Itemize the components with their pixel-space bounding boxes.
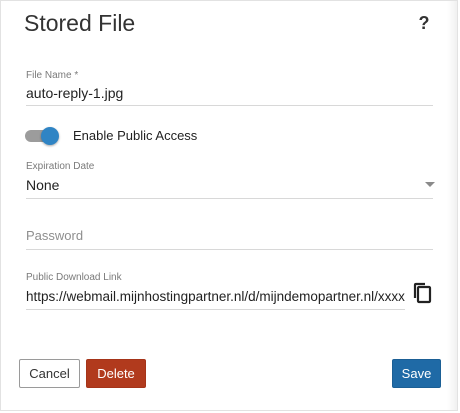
copy-icon[interactable]	[412, 282, 432, 304]
file-name-label: File Name *	[26, 70, 79, 81]
expiration-date-label: Expiration Date	[26, 161, 95, 172]
expiration-date-field: Expiration Date None	[26, 161, 435, 199]
download-link-label: Public Download Link	[26, 272, 122, 283]
expiration-date-select[interactable]: None	[26, 176, 435, 199]
delete-button[interactable]: Delete	[86, 359, 146, 388]
password-input[interactable]: Password	[26, 227, 433, 250]
download-link-row: https://webmail.mijnhostingpartner.nl/d/…	[26, 288, 433, 310]
file-name-field: File Name * auto-reply-1.jpg	[26, 70, 433, 106]
dialog-title: Stored File	[24, 10, 136, 36]
public-access-toggle[interactable]	[25, 126, 59, 146]
password-field: Password	[26, 227, 433, 250]
toggle-thumb	[41, 127, 59, 145]
help-button[interactable]: ?	[415, 11, 433, 35]
file-name-input[interactable]: auto-reply-1.jpg	[26, 84, 433, 106]
stored-file-dialog: Stored File ? File Name * auto-reply-1.j…	[0, 0, 458, 411]
download-link-field: Public Download Link https://webmail.mij…	[26, 272, 433, 310]
public-access-row: Enable Public Access	[25, 125, 197, 147]
save-button[interactable]: Save	[392, 359, 441, 388]
expiration-date-value: None	[26, 177, 60, 193]
public-access-label: Enable Public Access	[73, 128, 198, 143]
chevron-down-icon	[425, 182, 435, 187]
download-link-input[interactable]: https://webmail.mijnhostingpartner.nl/d/…	[26, 288, 405, 310]
cancel-button[interactable]: Cancel	[19, 359, 80, 388]
